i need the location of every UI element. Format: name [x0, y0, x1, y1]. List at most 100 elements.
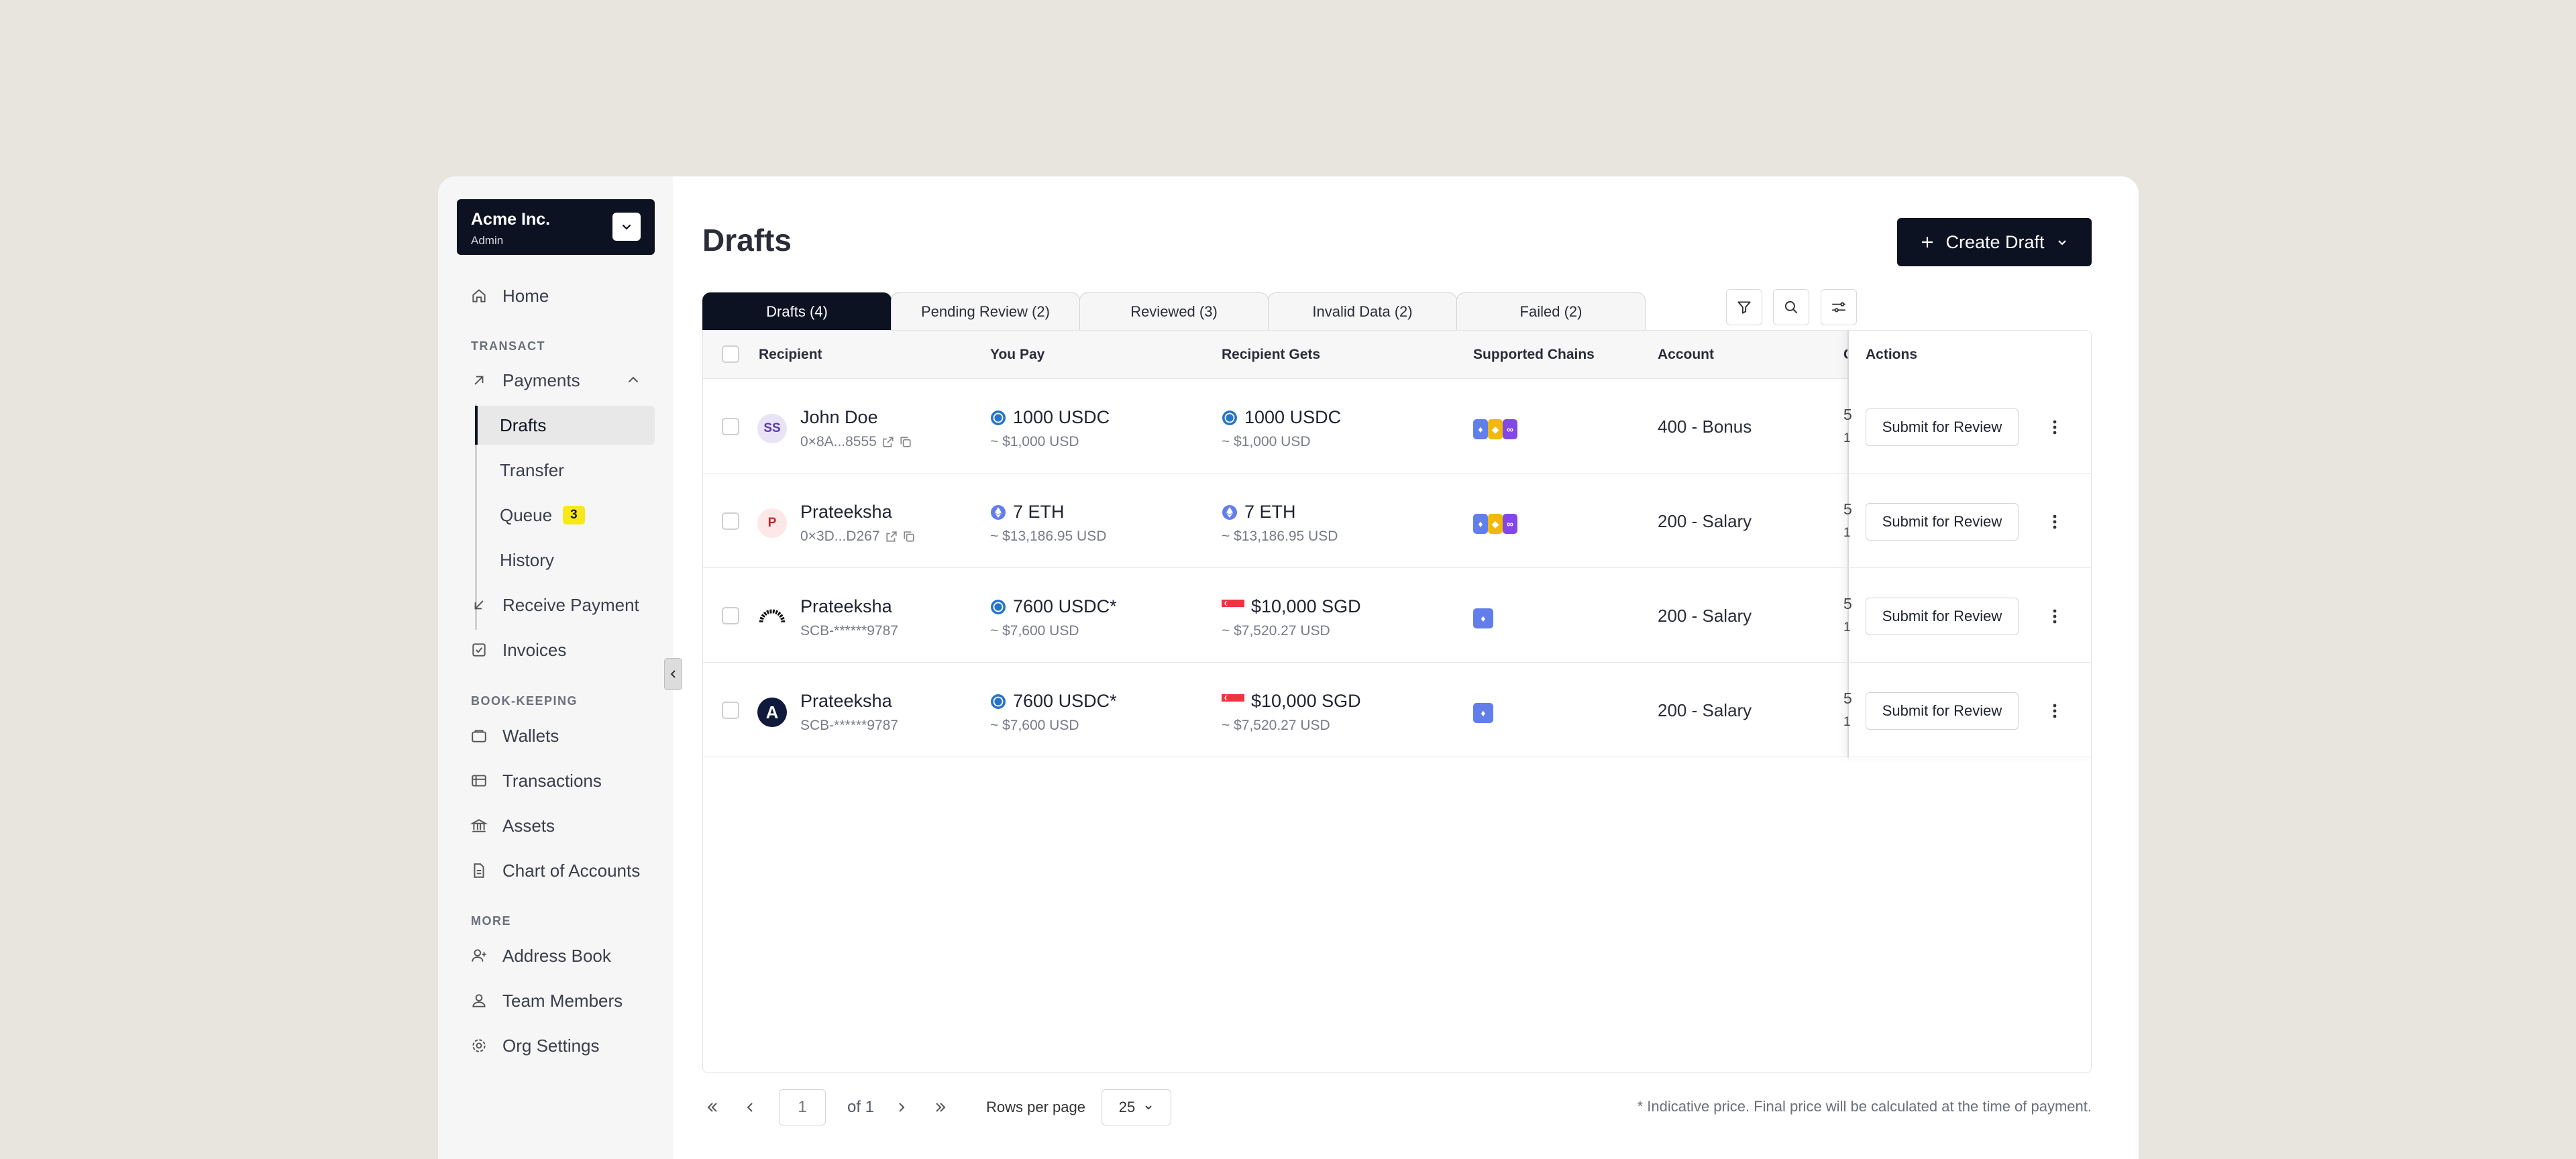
next-page-icon[interactable]: [892, 1089, 912, 1126]
create-draft-label: Create Draft: [1945, 231, 2045, 252]
settings-button[interactable]: [1821, 289, 1857, 325]
row-checkbox[interactable]: [722, 607, 739, 624]
external-link-icon: [885, 531, 897, 542]
prev-page-icon[interactable]: [740, 1089, 760, 1126]
address-text: 0×3D...D267: [800, 529, 880, 544]
chevron-up-icon[interactable]: [625, 372, 641, 392]
page-number-input[interactable]: 1: [779, 1089, 826, 1125]
tab-pending-review[interactable]: Pending Review (2): [891, 292, 1080, 330]
column-actions: Actions: [1866, 347, 1918, 362]
copy-icon: [903, 531, 914, 542]
more-options-icon[interactable]: [2045, 603, 2065, 630]
select-all-checkbox[interactable]: [722, 345, 739, 363]
table-row[interactable]: Prateeksha SCB-******9787 7600 USDC* ~ $…: [703, 568, 2091, 663]
sidebar-item-wallets[interactable]: Wallets: [457, 716, 655, 755]
first-page-icon[interactable]: [702, 1089, 722, 1126]
rows-per-page-value: 25: [1118, 1099, 1136, 1115]
recipient-name: Prateeksha: [800, 596, 892, 616]
sidebar-item-invoices[interactable]: Invoices: [457, 630, 655, 669]
collapse-sidebar-button[interactable]: [664, 658, 682, 690]
sidebar-item-team-members[interactable]: Team Members: [457, 981, 655, 1020]
app-window: Acme Inc. Admin Home TRANSACT Payments D…: [438, 176, 2139, 1159]
copy-icon: [900, 437, 911, 447]
column-supported-chains[interactable]: Supported Chains: [1473, 347, 1595, 363]
sidebar-item-label: Home: [502, 285, 549, 306]
sidebar-item-label: Org Settings: [502, 1035, 600, 1056]
table-row[interactable]: P Prateeksha 0×3D...D267 7 ETH ~ $13,186…: [703, 474, 2091, 568]
table-row[interactable]: SS John Doe 0×8A...8555 1000 USDC ~ $1,0…: [703, 379, 2091, 474]
sidebar-item-receive-payment[interactable]: Receive Payment: [457, 586, 655, 624]
submit-for-review-button[interactable]: Submit for Review: [1866, 503, 2019, 541]
sidebar-item-address-book[interactable]: Address Book: [457, 936, 655, 975]
recipient-gets-usd: ~ $13,186.95 USD: [1222, 529, 1338, 544]
avatar: SS: [757, 414, 787, 443]
sidebar-item-label: Assets: [502, 815, 555, 836]
submit-for-review-button[interactable]: Submit for Review: [1866, 692, 2019, 730]
you-pay-amount: 1000 USDC: [990, 407, 1110, 428]
truncated-cell: 5: [1843, 595, 1852, 612]
tab-reviewed[interactable]: Reviewed (3): [1079, 292, 1269, 330]
sidebar-item-payments[interactable]: Payments: [457, 361, 655, 400]
document-icon: [469, 861, 489, 881]
sidebar-item-label: Wallets: [502, 725, 559, 746]
search-button[interactable]: [1773, 289, 1809, 325]
sidebar-item-chart-of-accounts[interactable]: Chart of Accounts: [457, 851, 655, 890]
column-you-pay[interactable]: You Pay: [990, 347, 1044, 363]
recipient-gets-usd: ~ $7,520.27 USD: [1222, 623, 1330, 639]
sidebar-item-transactions[interactable]: Transactions: [457, 761, 655, 800]
recipient-gets-amount: 7 ETH: [1222, 502, 1296, 522]
sidebar-item-assets[interactable]: Assets: [457, 806, 655, 845]
recipient-name: Prateeksha: [800, 691, 892, 711]
sidebar-item-transfer[interactable]: Transfer: [475, 451, 655, 490]
column-account[interactable]: Account: [1658, 347, 1714, 363]
users-icon: [469, 991, 489, 1011]
chevron-down-icon[interactable]: [612, 213, 641, 241]
sidebar-item-queue[interactable]: Queue 3: [475, 496, 655, 535]
ethereum-icon: [1222, 504, 1237, 520]
create-draft-button[interactable]: Create Draft: [1897, 218, 2092, 266]
recipient-name: John Doe: [800, 407, 878, 427]
more-options-icon[interactable]: [2045, 508, 2065, 535]
submit-for-review-button[interactable]: Submit for Review: [1866, 408, 2019, 446]
bank-icon: [469, 816, 489, 836]
truncated-cell: 5: [1843, 500, 1852, 518]
sidebar: Acme Inc. Admin Home TRANSACT Payments D…: [438, 176, 673, 1159]
bnb-icon: ◆: [1488, 514, 1503, 534]
rows-per-page-select[interactable]: 25: [1102, 1089, 1171, 1125]
tab-drafts[interactable]: Drafts (4): [702, 292, 892, 330]
org-name: Acme Inc.: [471, 210, 551, 229]
row-checkbox[interactable]: [722, 702, 739, 719]
you-pay-amount: 7600 USDC*: [990, 691, 1117, 712]
submit-for-review-button[interactable]: Submit for Review: [1866, 598, 2019, 635]
sidebar-item-label: Payments: [502, 370, 580, 390]
row-checkbox[interactable]: [722, 418, 739, 435]
sidebar-item-label: Receive Payment: [502, 594, 639, 615]
tab-failed[interactable]: Failed (2): [1456, 292, 1646, 330]
sidebar-item-org-settings[interactable]: Org Settings: [457, 1026, 655, 1065]
table-row[interactable]: A Prateeksha SCB-******9787 7600 USDC* ~…: [703, 663, 2091, 757]
truncated-cell: 5: [1843, 406, 1852, 423]
column-recipient[interactable]: Recipient: [759, 347, 822, 363]
more-options-icon[interactable]: [2045, 414, 2065, 441]
truncated-cell: 1: [1843, 620, 1851, 634]
page-count: of 1: [847, 1098, 875, 1116]
sidebar-item-drafts[interactable]: Drafts: [475, 406, 655, 445]
sidebar-item-home[interactable]: Home: [457, 276, 655, 315]
amount-text: 7600 USDC*: [1013, 596, 1117, 616]
sidebar-item-history[interactable]: History: [475, 541, 655, 580]
more-options-icon[interactable]: [2045, 698, 2065, 724]
last-page-icon[interactable]: [930, 1089, 951, 1126]
sliders-icon: [1832, 302, 1845, 313]
tab-invalid-data[interactable]: Invalid Data (2): [1268, 292, 1457, 330]
chevron-down-icon: [2057, 240, 2066, 245]
truncated-cell: 1: [1843, 715, 1851, 729]
row-checkbox[interactable]: [722, 512, 739, 530]
filter-button[interactable]: [1726, 289, 1762, 325]
sidebar-item-label: Team Members: [502, 990, 623, 1011]
arrow-up-right-icon: [469, 370, 489, 390]
chevron-down-icon: [1145, 1105, 1152, 1110]
org-switcher[interactable]: Acme Inc. Admin: [457, 199, 655, 255]
recipient-address: 0×3D...D267: [800, 529, 915, 545]
search-icon: [1784, 300, 1798, 314]
column-recipient-gets[interactable]: Recipient Gets: [1222, 347, 1320, 363]
